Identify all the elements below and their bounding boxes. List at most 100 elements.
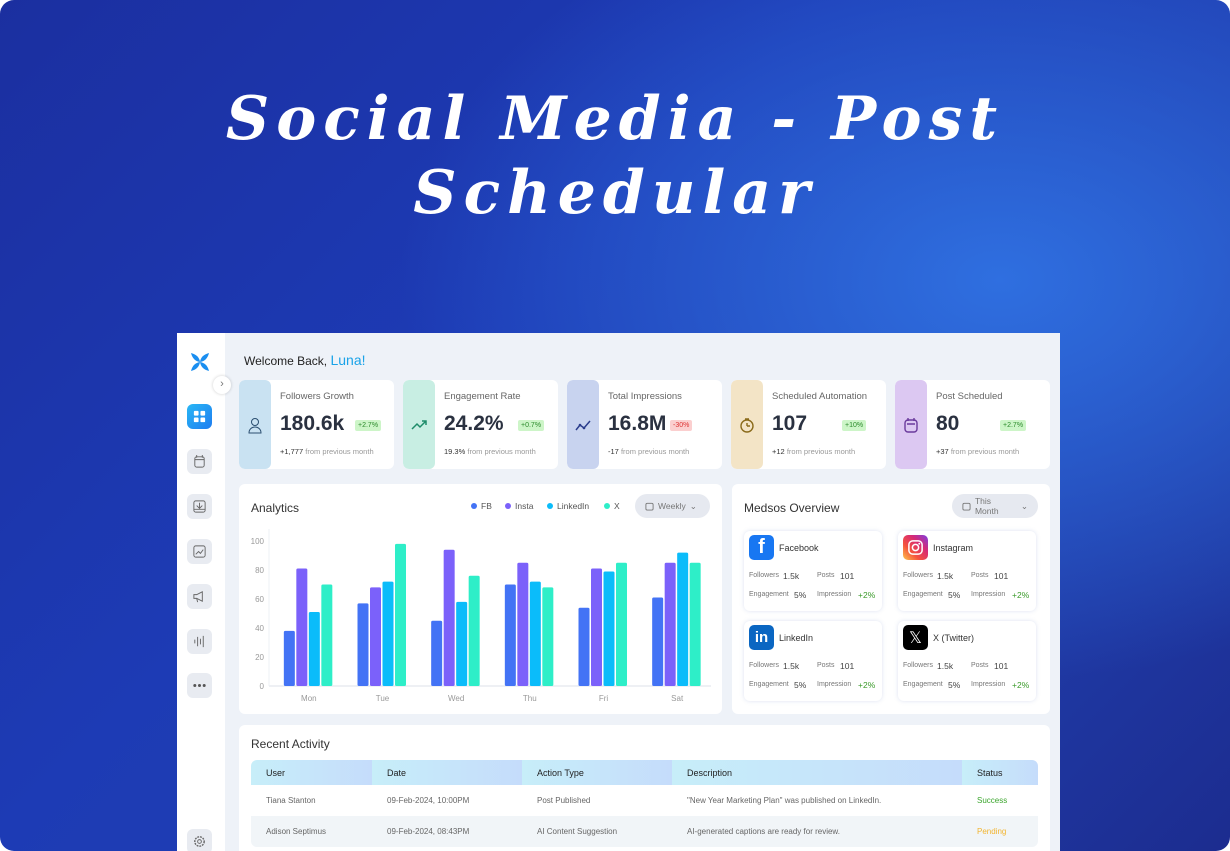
table-row[interactable]: Adison Septimus 09-Feb-2024, 08:43PM AI … [251, 816, 1038, 847]
platform-name: Instagram [933, 543, 974, 553]
status-cell: Success [977, 796, 1008, 805]
stat-label: Scheduled Automation [772, 391, 868, 402]
calendar-icon [962, 502, 971, 511]
posts-value: 101 [994, 661, 1009, 671]
stat-value: 80 [936, 412, 960, 435]
x-twitter-icon: 𝕏 [903, 625, 928, 650]
stat-icon-strip [403, 380, 435, 469]
stat-value: 107 [772, 412, 808, 435]
sidebar-item-analytics[interactable] [187, 539, 212, 564]
expand-sidebar-button[interactable]: › [213, 376, 231, 394]
medsos-panel: Medsos Overview This Month ⌄ f Facebook … [732, 484, 1050, 714]
instagram-icon [903, 535, 928, 560]
impression-label: Impression [817, 591, 852, 598]
x-tick-label: Sat [671, 694, 684, 703]
user-name: Luna! [330, 352, 366, 368]
facebook-icon: f [749, 535, 774, 560]
platform-card-instagram[interactable]: Instagram Followers 1.5k Posts 101 Engag… [898, 531, 1036, 611]
posts-value: 101 [994, 571, 1009, 581]
impression-value: +2% [1012, 680, 1030, 690]
x-tick-label: Tue [376, 694, 390, 703]
medsos-title: Medsos Overview [744, 501, 840, 515]
recent-activity-title: Recent Activity [251, 737, 330, 751]
stat-icon-strip [567, 380, 599, 469]
stat-change-badge: +0.7% [518, 420, 545, 431]
stat-icon-strip [731, 380, 763, 469]
stat-subtext: +37 from previous month [936, 447, 1020, 456]
followers-label: Followers [903, 662, 933, 669]
action-cell: AI Content Suggestion [522, 816, 672, 847]
dashboard-window: › Welcome Back, Luna! Followers Growth 1… [177, 333, 1060, 851]
platform-card-x[interactable]: 𝕏 X (Twitter) Followers 1.5k Posts 101 E… [898, 621, 1036, 701]
dashboard-icon [193, 410, 206, 423]
impression-label: Impression [971, 591, 1006, 598]
chart-icon [193, 545, 206, 558]
stat-label: Engagement Rate [444, 391, 521, 402]
bar-fb-wed [431, 620, 443, 686]
stat-icon-strip [239, 380, 271, 469]
engagement-value: 5% [948, 590, 961, 600]
stat-subtext: +12 from previous month [772, 447, 856, 456]
platform-name: Facebook [779, 543, 819, 553]
description-cell: AI-generated captions are ready for revi… [672, 816, 962, 847]
platform-name: X (Twitter) [933, 633, 975, 643]
bar-linkedin-fri [603, 571, 615, 686]
table-row[interactable]: Tiana Stanton 09-Feb-2024, 10:00PM Post … [251, 785, 1038, 816]
bar-fb-tue [357, 603, 369, 686]
bar-insta-mon [296, 568, 308, 686]
engagement-label: Engagement [903, 591, 943, 598]
y-tick-label: 100 [251, 537, 265, 546]
y-tick-label: 60 [255, 595, 264, 604]
y-tick-label: 80 [255, 566, 264, 575]
impression-label: Impression [971, 681, 1006, 688]
audio-wave-icon [194, 635, 204, 648]
column-header[interactable]: Status [962, 760, 1038, 785]
stat-value: 180.6k [280, 412, 345, 435]
user-cell: Tiana Stanton [266, 796, 316, 805]
sidebar-item-inbox[interactable] [187, 494, 212, 519]
description-cell: "New Year Marketing Plan" was published … [687, 796, 882, 805]
date-cell: 09-Feb-2024, 08:43PM [372, 816, 522, 847]
stat-change-badge: +2.7% [355, 420, 382, 431]
stat-value: 16.8M [608, 412, 667, 435]
column-header[interactable]: Date [372, 760, 522, 785]
megaphone-icon [193, 591, 203, 603]
period-dropdown[interactable]: This Month ⌄ [952, 494, 1038, 518]
engagement-label: Engagement [749, 681, 789, 688]
engagement-value: 5% [794, 680, 807, 690]
status-cell: Pending [962, 816, 1038, 847]
column-header[interactable]: User [251, 760, 372, 785]
sidebar-item-audio[interactable] [187, 629, 212, 654]
platform-card-facebook[interactable]: f Facebook Followers 1.5k Posts 101 Enga… [744, 531, 882, 611]
sidebar-item-campaigns[interactable] [187, 584, 212, 609]
sidebar-item-settings[interactable] [187, 829, 212, 851]
bar-x-mon [321, 584, 333, 686]
bar-x-fri [616, 562, 627, 686]
column-header[interactable]: Action Type [522, 760, 672, 785]
x-tick-label: Mon [301, 694, 317, 703]
column-header[interactable]: Description [672, 760, 962, 785]
engagement-label: Engagement [903, 681, 943, 688]
x-tick-label: Thu [523, 694, 537, 703]
analytics-panel: Analytics FB Insta LinkedIn X Weekly ⌄ 0 20 4… [239, 484, 722, 714]
chevron-down-icon: ⌄ [1020, 500, 1028, 511]
followers-value: 1.5k [783, 661, 800, 671]
x-tick-label: Fri [599, 694, 609, 703]
posts-value: 101 [840, 661, 855, 671]
bar-x-tue [395, 543, 406, 686]
calendar-icon [194, 454, 205, 468]
stopwatch-icon [740, 417, 754, 433]
platform-name: LinkedIn [779, 633, 814, 643]
impression-value: +2% [1012, 590, 1030, 600]
bar-insta-thu [517, 562, 529, 686]
sidebar-item-dashboard[interactable] [187, 404, 212, 429]
stat-subtext: +1,777 from previous month [280, 447, 374, 456]
followers-value: 1.5k [937, 571, 954, 581]
sidebar-item-more[interactable] [187, 673, 212, 698]
sidebar-item-calendar[interactable] [187, 449, 212, 474]
impression-label: Impression [817, 681, 852, 688]
platform-card-linkedin[interactable]: in LinkedIn Followers 1.5k Posts 101 Eng… [744, 621, 882, 701]
bar-linkedin-sat [677, 552, 689, 686]
action-cell: Post Published [537, 796, 591, 805]
welcome-message: Welcome Back, Luna! [244, 352, 366, 368]
